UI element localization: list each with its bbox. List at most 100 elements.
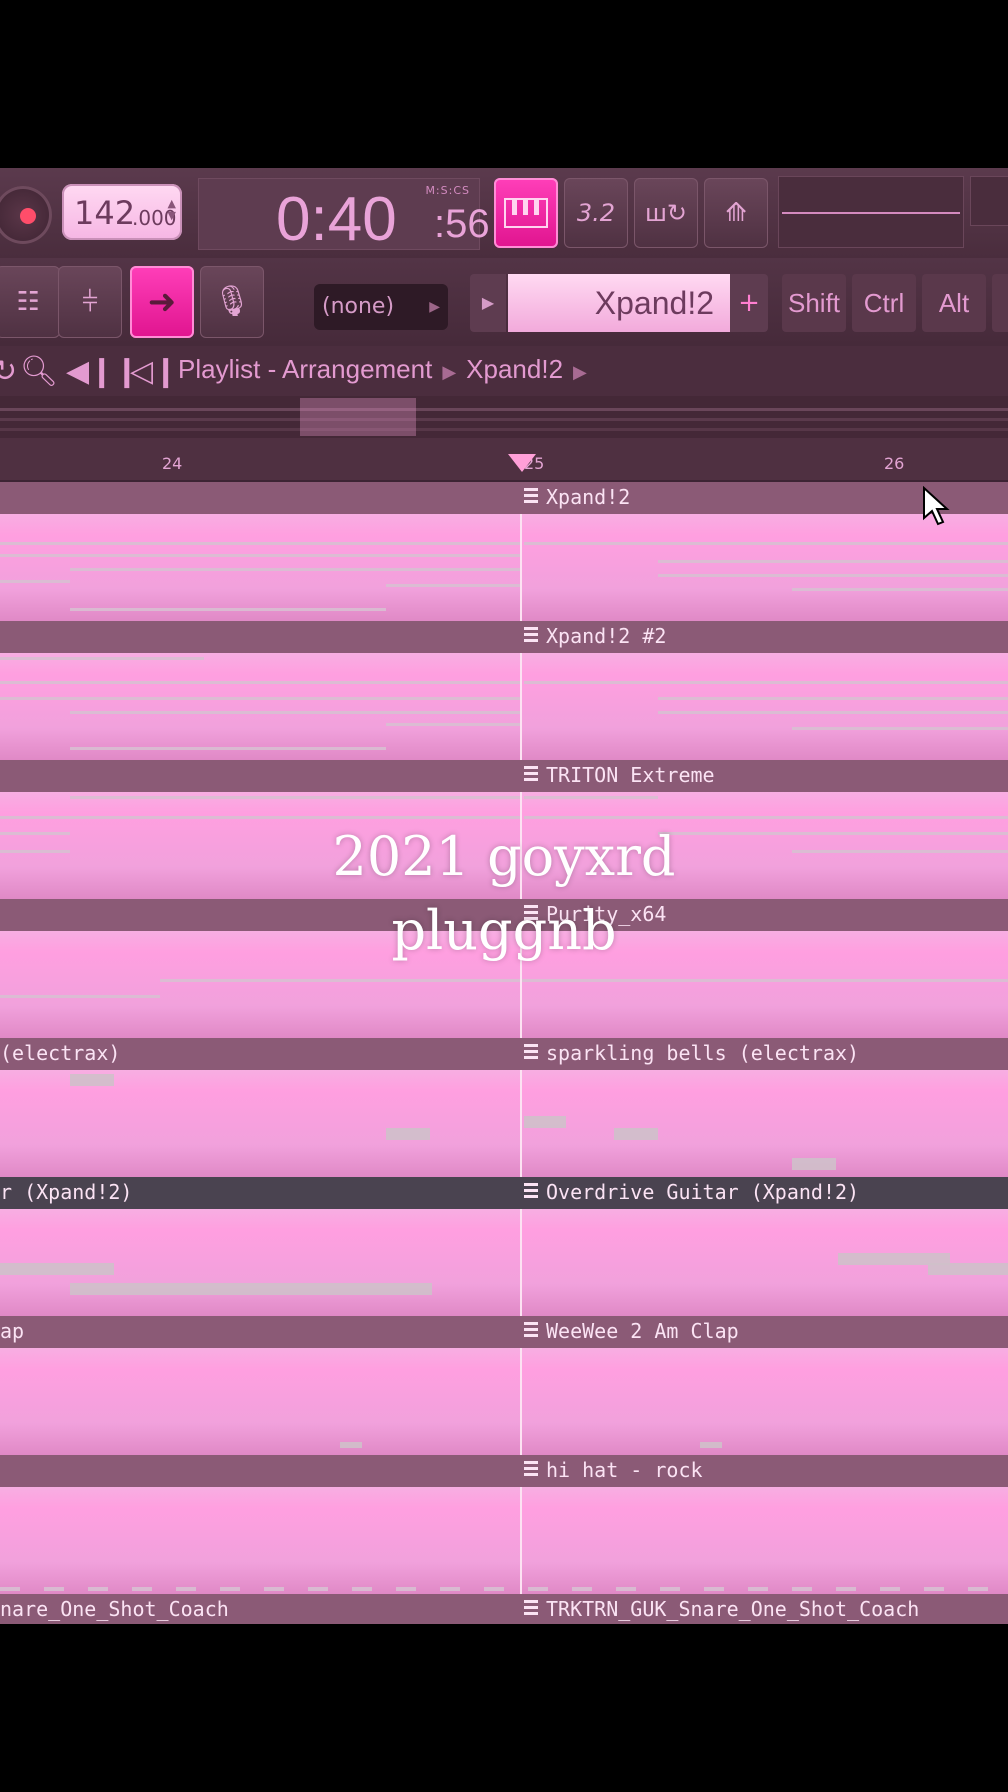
playlist-view-button[interactable]: ☷	[0, 266, 60, 338]
note-bar	[0, 1263, 114, 1275]
playlist-track: Xpand!2	[0, 482, 1008, 621]
clip-header[interactable]: nare_One_Shot_Coach TRKTRN_GUK_Snare_One…	[0, 1594, 1008, 1624]
note-bar	[0, 697, 520, 700]
playlist-icon: ☷	[16, 287, 40, 317]
alt-key-button[interactable]: Alt	[922, 274, 986, 332]
song-time-display[interactable]: M:S:CS 0:40 :56	[198, 178, 490, 254]
time-format-label: M:S:CS	[425, 184, 470, 197]
note-bar	[70, 608, 386, 611]
piano-keyboard-icon	[504, 198, 548, 228]
note-bar	[0, 542, 520, 545]
snap-button[interactable]: 3.2	[564, 178, 628, 248]
note-bar	[658, 697, 1008, 700]
note-bar	[0, 554, 520, 557]
pattern-icon	[524, 627, 538, 645]
clip-name: Xpand!2	[546, 485, 631, 509]
metronome-button[interactable]: ⟰	[704, 178, 768, 248]
clip-body[interactable]	[0, 514, 1008, 621]
snap-label: 3.2	[576, 199, 616, 227]
channel-name: Xpand!2	[594, 285, 714, 321]
playlist-overview[interactable]	[0, 396, 1008, 438]
note-bar	[0, 995, 160, 998]
mixer-button[interactable]: ⫩	[58, 266, 122, 338]
clip-name: Xpand!2 #2	[546, 624, 667, 648]
overview-scroll-window[interactable]	[300, 398, 416, 436]
playlist-header: ↻ 🔍︎ ◀❙❙ ◁❙ Playlist - Arrangement ▶ Xpand…	[0, 346, 1008, 396]
extra-key-button[interactable]	[992, 274, 1008, 332]
playlist-title[interactable]: Playlist - Arrangement	[178, 354, 432, 384]
note-bar	[70, 711, 520, 714]
shift-key-button[interactable]: Shift	[782, 274, 846, 332]
microphone-icon: 🎙	[212, 284, 252, 319]
tools-bar: ☷ ⫩ ➜ 🎙 (none) ▶ ▶ Xpand!2 + Shift Ctrl …	[0, 258, 1008, 346]
watermark-line: pluggnb	[391, 899, 617, 962]
channel-rack-button[interactable]: ➜	[130, 266, 194, 338]
arrow-right-icon: ➜	[147, 282, 177, 322]
transport-bar: 142 .000 ▲ ▼ M:S:CS 0:40 :56 3.2 ш↻ ⟰	[0, 168, 1008, 258]
pattern-icon	[524, 1183, 538, 1201]
note-bar	[340, 1442, 362, 1448]
clip-name: sparkling bells (electrax)	[546, 1041, 860, 1065]
clip-header[interactable]: Xpand!2	[0, 482, 1008, 514]
loop-record-button[interactable]: ш↻	[634, 178, 698, 248]
clip-divider	[520, 1348, 522, 1455]
refresh-icon[interactable]: ↻	[0, 354, 17, 389]
tempo-spin-icon[interactable]: ▲ ▼	[168, 198, 176, 222]
mixer-icon: ⫩	[81, 285, 99, 318]
add-channel-button[interactable]: +	[730, 274, 768, 332]
clip-body[interactable]	[0, 1348, 1008, 1455]
playlist-current[interactable]: Xpand!2	[466, 354, 563, 384]
pattern-selector[interactable]: (none) ▶	[314, 284, 448, 330]
playlist-track: ap WeeWee 2 Am Clap	[0, 1316, 1008, 1455]
note-bar	[614, 1128, 658, 1140]
clip-body[interactable]	[0, 1487, 1008, 1594]
note-bar	[70, 747, 386, 750]
playlist-track: Xpand!2 #2	[0, 621, 1008, 760]
note-bar	[700, 1442, 722, 1448]
breadcrumb-arrow-icon: ▶	[442, 362, 457, 382]
note-bar	[524, 681, 1008, 684]
speaker-volume-icon[interactable]: ◁❙	[130, 354, 178, 389]
timeline-ruler[interactable]: 24 25 26	[0, 438, 1008, 480]
note-bar	[792, 588, 1008, 591]
pattern-selector-value: (none)	[322, 294, 395, 319]
clip-label: Overdrive Guitar (Xpand!2)	[524, 1180, 859, 1204]
note-bar	[386, 1128, 430, 1140]
ctrl-key-button[interactable]: Ctrl	[852, 274, 916, 332]
playhead-marker-icon[interactable]	[508, 454, 536, 472]
clip-header[interactable]: TRITON Extreme	[0, 760, 1008, 792]
tempo-field[interactable]: 142 .000 ▲ ▼	[62, 184, 182, 240]
clip-name: WeeWee 2 Am Clap	[546, 1319, 739, 1343]
record-button[interactable]	[0, 186, 52, 244]
clip-header[interactable]: Xpand!2 #2	[0, 621, 1008, 653]
oscilloscope-display	[778, 176, 964, 248]
typing-keyboard-button[interactable]	[494, 178, 558, 248]
note-bar	[0, 681, 520, 684]
clip-body[interactable]	[0, 1070, 1008, 1177]
channel-name-field[interactable]: Xpand!2	[508, 274, 730, 332]
watermark-line: 2021 goyxrd	[332, 825, 676, 888]
note-bar	[524, 1116, 566, 1128]
note-bar	[386, 584, 520, 587]
playlist-track: (electrax) sparkling bells (electrax)	[0, 1038, 1008, 1177]
pattern-icon	[524, 1322, 538, 1340]
clip-divider	[520, 1209, 522, 1316]
tempo-value: 142	[74, 194, 136, 232]
zoom-icon[interactable]: 🔍︎	[20, 354, 58, 389]
speaker-icon[interactable]: ◀❙❙	[66, 354, 139, 389]
playlist-tracks: Xpand!2 Xpand!2 #2 TRITON Extreme Purity…	[0, 482, 1008, 1624]
record-audio-button[interactable]: 🎙	[200, 266, 264, 338]
clip-header[interactable]: ap WeeWee 2 Am Clap	[0, 1316, 1008, 1348]
note-bar	[70, 1074, 114, 1086]
clip-body[interactable]	[0, 1209, 1008, 1316]
channel-prev-button[interactable]: ▶	[470, 274, 506, 332]
clip-name: Overdrive Guitar (Xpand!2)	[546, 1180, 860, 1204]
note-bar	[658, 560, 1008, 563]
overview-line	[0, 418, 1008, 421]
clip-name: hi hat - rock	[546, 1458, 703, 1482]
clip-header[interactable]: r (Xpand!2) Overdrive Guitar (Xpand!2)	[0, 1177, 1008, 1209]
clip-body[interactable]	[0, 653, 1008, 760]
bar-number: 26	[884, 454, 905, 473]
clip-header[interactable]: (electrax) sparkling bells (electrax)	[0, 1038, 1008, 1070]
clip-header[interactable]: hi hat - rock	[0, 1455, 1008, 1487]
